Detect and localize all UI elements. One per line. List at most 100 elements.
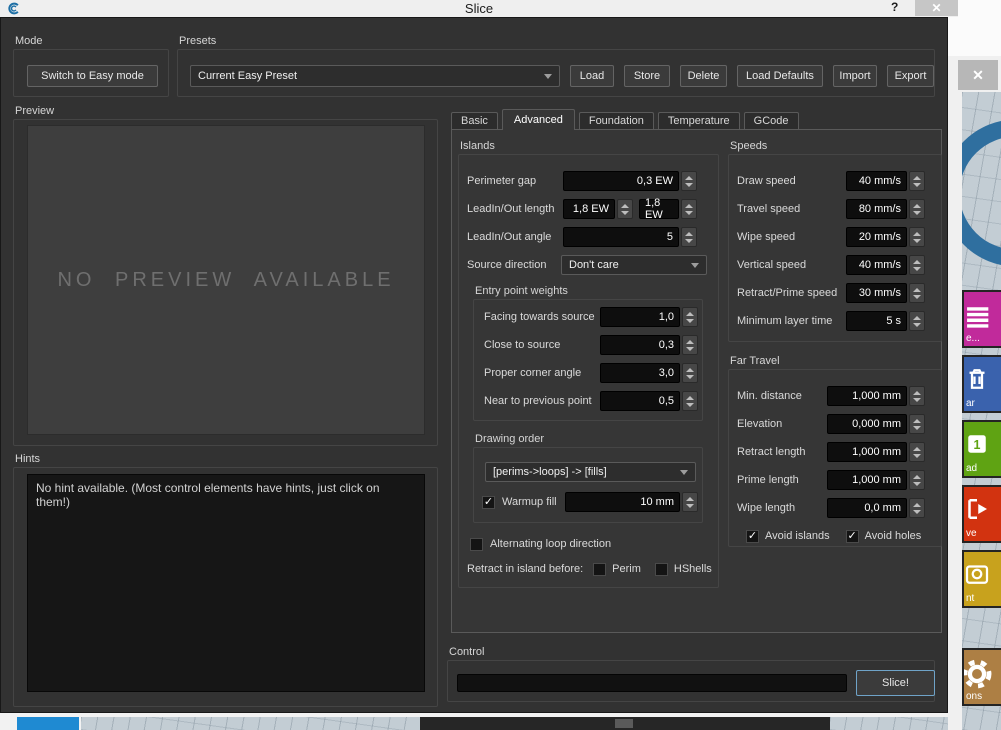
background-load-button[interactable]: 1 ad [962, 420, 1001, 478]
background-print-button[interactable]: nt [962, 550, 1001, 608]
titlebar[interactable]: Slice ? ✕ [0, 0, 958, 17]
leadinout-length-field-1[interactable]: 1,8 EW [563, 199, 615, 219]
tab-temperature[interactable]: Temperature [658, 112, 740, 130]
leadinout-length-stepper-1[interactable] [617, 199, 633, 219]
prime-length-label: Prime length [737, 474, 799, 486]
minimum-layer-time-field[interactable]: 5 s [846, 311, 907, 331]
leadinout-angle-field[interactable]: 5 [563, 227, 679, 247]
draw-speed-field[interactable]: 40 mm/s [846, 171, 907, 191]
prime-length-stepper[interactable] [909, 470, 925, 490]
perimeter-gap-field[interactable]: 0,3 EW [563, 171, 679, 191]
drawing-order-select[interactable]: [perims->loops] -> [fills] [485, 462, 696, 482]
elevation-stepper[interactable] [909, 414, 925, 434]
craftware-logo-icon [962, 98, 1001, 288]
retract-prime-speed-field[interactable]: 30 mm/s [846, 283, 907, 303]
load-stl-icon: 1 [962, 429, 994, 459]
minimum-layer-time-label: Minimum layer time [737, 315, 832, 327]
retract-hshells-checkbox[interactable] [655, 563, 668, 576]
avoid-islands-checkbox[interactable] [746, 530, 759, 543]
settings-tabs: Basic Advanced Foundation Temperature GC… [451, 109, 803, 130]
import-button[interactable]: Import [833, 65, 877, 87]
facing-towards-source-field[interactable]: 1,0 [600, 307, 680, 327]
background-clear-button[interactable]: ar [962, 355, 1001, 413]
retract-length-stepper[interactable] [909, 442, 925, 462]
perimeter-gap-stepper[interactable] [681, 171, 697, 191]
wipe-length-field[interactable]: 0,0 mm [827, 498, 907, 518]
background-toolbar-strip [420, 717, 830, 730]
switch-to-easy-mode-button[interactable]: Switch to Easy mode [27, 65, 158, 87]
elevation-field[interactable]: 0,000 mm [827, 414, 907, 434]
wipe-length-stepper[interactable] [909, 498, 925, 518]
vertical-speed-stepper[interactable] [909, 255, 925, 275]
retract-in-island-label: Retract in island before: [467, 563, 583, 575]
proper-corner-angle-stepper[interactable] [682, 363, 698, 383]
load-button[interactable]: Load [570, 65, 614, 87]
minimum-layer-time-stepper[interactable] [909, 311, 925, 331]
export-button[interactable]: Export [887, 65, 934, 87]
delete-button[interactable]: Delete [680, 65, 727, 87]
leadinout-length-stepper-2[interactable] [681, 199, 697, 219]
min-distance-stepper[interactable] [909, 386, 925, 406]
store-button[interactable]: Store [624, 65, 670, 87]
no-preview-text: NO PREVIEW AVAILABLE [57, 269, 394, 292]
background-bottom-strip [0, 713, 948, 730]
load-defaults-button[interactable]: Load Defaults [737, 65, 823, 87]
near-to-previous-point-stepper[interactable] [682, 391, 698, 411]
toolbar-button-label: ad [966, 463, 977, 474]
speed-row: Minimum layer time 5 s [737, 311, 925, 331]
retract-perim-checkbox[interactable] [593, 563, 606, 576]
alternating-loop-checkbox[interactable] [470, 538, 483, 551]
wipe-speed-stepper[interactable] [909, 227, 925, 247]
slice-button[interactable]: Slice! [856, 670, 935, 696]
tab-foundation[interactable]: Foundation [579, 112, 654, 130]
warmup-fill-label: Warmup fill [502, 496, 557, 508]
travel-speed-field[interactable]: 80 mm/s [846, 199, 907, 219]
background-slice-button[interactable]: e... [962, 290, 1001, 348]
tab-basic[interactable]: Basic [451, 112, 498, 130]
retract-prime-speed-stepper[interactable] [909, 283, 925, 303]
drawing-order-group: Drawing order [perims->loops] -> [fills]… [473, 447, 703, 523]
retract-length-field[interactable]: 1,000 mm [827, 442, 907, 462]
travel-speed-stepper[interactable] [909, 199, 925, 219]
drawing-order-value: [perims->loops] -> [fills] [493, 466, 607, 478]
vertical-speed-field[interactable]: 40 mm/s [846, 255, 907, 275]
leadinout-angle-stepper[interactable] [681, 227, 697, 247]
leadinout-length-label: LeadIn/Out length [467, 203, 554, 215]
help-button[interactable]: ? [891, 0, 898, 14]
background-options-button[interactable]: ons [962, 648, 1001, 706]
avoid-holes-checkbox[interactable] [846, 530, 859, 543]
source-direction-select[interactable]: Don't care [561, 255, 707, 275]
prime-length-field[interactable]: 1,000 mm [827, 470, 907, 490]
wipe-speed-label: Wipe speed [737, 231, 795, 243]
warmup-fill-stepper[interactable] [682, 492, 698, 512]
near-to-previous-point-field[interactable]: 0,5 [600, 391, 680, 411]
tab-gcode[interactable]: GCode [744, 112, 799, 130]
alternating-loop-label: Alternating loop direction [490, 538, 611, 550]
retract-length-label: Retract length [737, 446, 805, 458]
toolbar-button-label: nt [966, 593, 974, 604]
hints-box: No hint available. (Most control element… [27, 474, 425, 692]
close-icon[interactable]: ✕ [915, 0, 958, 16]
advanced-tab-panel: Islands Perimeter gap 0,3 EW LeadIn/Out … [451, 129, 942, 633]
warmup-fill-checkbox[interactable] [482, 496, 495, 509]
close-to-source-field[interactable]: 0,3 [600, 335, 680, 355]
leadinout-length-field-2[interactable]: 1,8 EW [639, 199, 679, 219]
hints-group: Hints No hint available. (Most control e… [13, 467, 438, 707]
background-grid [830, 717, 948, 730]
proper-corner-angle-field[interactable]: 3,0 [600, 363, 680, 383]
facing-towards-source-label: Facing towards source [484, 311, 595, 323]
tab-advanced[interactable]: Advanced [502, 109, 575, 130]
min-distance-field[interactable]: 1,000 mm [827, 386, 907, 406]
draw-speed-stepper[interactable] [909, 171, 925, 191]
close-to-source-stepper[interactable] [682, 335, 698, 355]
wipe-speed-field[interactable]: 20 mm/s [846, 227, 907, 247]
background-close-icon[interactable]: ✕ [958, 60, 998, 90]
elevation-label: Elevation [737, 418, 782, 430]
preset-select[interactable]: Current Easy Preset [190, 65, 560, 87]
background-save-button[interactable]: ve [962, 485, 1001, 543]
perimeter-gap-row: Perimeter gap 0,3 EW [467, 171, 697, 191]
facing-towards-source-stepper[interactable] [682, 307, 698, 327]
speed-row: Travel speed 80 mm/s [737, 199, 925, 219]
travel-speed-label: Travel speed [737, 203, 800, 215]
warmup-fill-field[interactable]: 10 mm [565, 492, 680, 512]
